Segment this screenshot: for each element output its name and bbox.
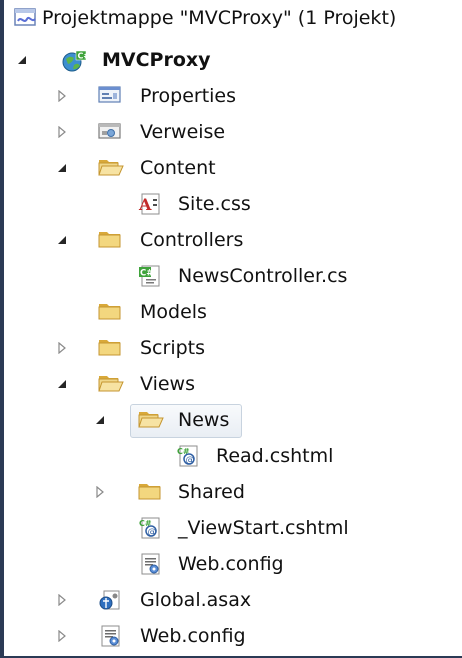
tree-item-scripts-folder[interactable]: Scripts [4,330,462,366]
tree-item-properties[interactable]: Properties [4,78,462,114]
csharp-file-icon: C# [138,265,162,287]
folder-icon [138,481,162,503]
tree-item-label: Shared [178,481,245,503]
tree-item-label: Web.config [178,553,284,575]
tree-item-label: Read.cshtml [216,445,334,467]
svg-text:C#: C# [78,52,89,61]
solution-explorer-panel: Projektmappe "MVCProxy" (1 Projekt) C# M… [4,0,462,656]
folder-open-icon [98,157,124,179]
tree-item-views-folder[interactable]: Views [4,366,462,402]
tree-item-site-css[interactable]: A Site.css [4,186,462,222]
tree-item-label: Properties [140,85,237,107]
cshtml-file-icon: C# @ [138,517,162,539]
tree-item-controllers-folder[interactable]: Controllers [4,222,462,258]
folder-icon [98,229,122,251]
tree-item-label: Views [140,373,195,395]
tree-item-label: Web.config [140,625,246,647]
tree-item-newscontroller[interactable]: C# NewsController.cs [4,258,462,294]
tree-item-solution[interactable]: Projektmappe "MVCProxy" (1 Projekt) [4,0,462,36]
collapsed-arrow-icon[interactable] [92,484,108,500]
svg-text:@: @ [148,528,157,538]
svg-text:A: A [138,195,152,214]
tree-item-label: NewsController.cs [178,265,348,287]
tree-item-views-webconfig[interactable]: Web.config [4,546,462,582]
svg-text:C#: C# [140,269,153,279]
folder-open-icon [138,409,164,431]
tree-item-viewstart-cshtml[interactable]: C# @ _ViewStart.cshtml [4,510,462,546]
tree-item-label: Models [140,301,207,323]
folder-icon [98,337,122,359]
expanded-arrow-icon[interactable] [54,376,70,392]
expanded-arrow-icon[interactable] [14,52,30,68]
tree-item-label: News [178,409,230,431]
expanded-arrow-icon[interactable] [54,160,70,176]
tree-item-label: Global.asax [140,589,252,611]
expanded-arrow-icon[interactable] [54,232,70,248]
tree-item-references[interactable]: Verweise [4,114,462,150]
tree-item-global-asax[interactable]: Global.asax [4,582,462,618]
tree-item-label: Controllers [140,229,244,251]
tree-item-label: Scripts [140,337,206,359]
references-icon [98,121,122,143]
properties-icon [98,85,122,107]
collapsed-arrow-icon[interactable] [54,628,70,644]
folder-icon [98,301,122,323]
global-asax-icon [98,589,122,611]
svg-text:@: @ [186,456,195,466]
web-project-icon: C# [62,49,89,72]
tree-item-models-folder[interactable]: Models [4,294,462,330]
tree-item-label: Verweise [140,121,226,143]
collapsed-arrow-icon[interactable] [54,592,70,608]
tree-item-project[interactable]: C# MVCProxy [4,42,462,78]
cshtml-file-icon: C# @ [176,445,200,467]
tree-item-label: Content [140,157,216,179]
tree-item-content-folder[interactable]: Content [4,150,462,186]
collapsed-arrow-icon[interactable] [54,124,70,140]
css-file-icon: A [138,193,162,215]
tree-item-shared-folder[interactable]: Shared [4,474,462,510]
config-file-icon [138,553,162,575]
config-file-icon [98,625,122,647]
tree-item-read-cshtml[interactable]: C# @ Read.cshtml [4,438,462,474]
tree-item-label: _ViewStart.cshtml [178,517,349,539]
folder-open-icon [98,373,124,395]
expanded-arrow-icon[interactable] [92,412,108,428]
tree-item-news-folder[interactable]: News [4,402,462,438]
collapsed-arrow-icon[interactable] [54,340,70,356]
tree-item-root-webconfig[interactable]: Web.config [4,618,462,654]
tree-item-label: Site.css [178,193,251,215]
collapsed-arrow-icon[interactable] [54,88,70,104]
tree-item-label: Projektmappe "MVCProxy" (1 Projekt) [42,7,397,29]
tree-item-label: MVCProxy [102,49,211,71]
solution-icon [14,7,38,29]
